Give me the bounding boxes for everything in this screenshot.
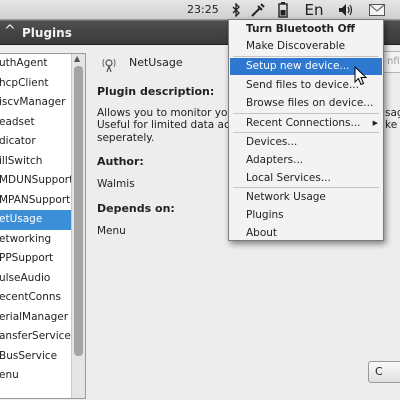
description-line: seperately.	[97, 132, 155, 144]
author-value: Walmis	[97, 178, 135, 190]
menu-item-label: Recent Connections...	[246, 117, 361, 129]
menu-item[interactable]: Local Services...	[230, 170, 382, 187]
menu-item-label: Turn Bluetooth Off	[246, 23, 356, 35]
depends-heading: Depends on:	[97, 202, 175, 215]
mouse-pointer-icon	[354, 66, 368, 86]
menu-item[interactable]: Plugins	[230, 207, 382, 224]
clock[interactable]: 23:25	[187, 3, 219, 16]
plugin-list[interactable]: uthAgent hcpClient iscvManager eadset dicato…	[0, 53, 86, 399]
menu-item-label: About	[246, 227, 278, 239]
volume-icon[interactable]	[338, 0, 354, 20]
menu-item[interactable]: Browse files on device...	[230, 95, 382, 112]
collapse-caret-icon[interactable]: ^	[4, 23, 16, 39]
top-panel: 23:25 En	[0, 0, 400, 20]
bluetooth-menu: Turn Bluetooth Off Make Discoverable Setup…	[228, 19, 384, 241]
plugin-name: NetUsage	[129, 56, 183, 69]
menu-separator	[233, 113, 379, 114]
keyboard-layout-indicator[interactable]: En	[302, 0, 326, 20]
bluetooth-icon[interactable]	[229, 0, 243, 20]
description-line-fragment: ke	[385, 119, 398, 131]
menu-item-label: Adapters...	[246, 154, 304, 166]
menu-item[interactable]: About	[230, 225, 382, 242]
menu-item[interactable]: Recent Connections... ▶	[230, 115, 382, 132]
menu-item-label: Browse files on device...	[246, 97, 374, 109]
mail-icon[interactable]	[368, 0, 386, 20]
description-heading: Plugin description:	[97, 85, 215, 98]
battery-icon[interactable]	[276, 0, 290, 20]
plugin-list-scrollbar[interactable]: ▲	[71, 54, 85, 398]
menu-item[interactable]: Network Usage	[230, 189, 382, 206]
network-icon[interactable]	[250, 0, 266, 20]
scroll-up-arrow-icon[interactable]: ▲	[74, 54, 80, 63]
menu-item-label: Make Discoverable	[246, 40, 346, 52]
menu-item-label: Setup new device...	[246, 60, 350, 72]
menu-item-label: Plugins	[246, 209, 284, 221]
depends-value: Menu	[97, 225, 126, 237]
menu-separator	[233, 132, 379, 133]
menu-item-label: Local Services...	[246, 172, 331, 184]
description-line-fragment: sag	[385, 107, 400, 119]
close-button[interactable]: C	[368, 361, 400, 383]
menu-item-label: Send files to device...	[246, 79, 359, 91]
menu-item[interactable]: Make Discoverable	[230, 38, 382, 55]
menu-item-label: Network Usage	[246, 191, 326, 203]
menu-item[interactable]: Devices...	[230, 134, 382, 151]
menu-item[interactable]: Turn Bluetooth Off	[230, 21, 382, 38]
network-usage-plugin-icon	[100, 55, 118, 73]
scrollbar-thumb[interactable]	[74, 66, 83, 356]
menu-item-label: Devices...	[246, 136, 298, 148]
window-title: Plugins	[22, 26, 72, 40]
menu-separator	[233, 187, 379, 188]
menu-separator	[233, 56, 379, 57]
author-heading: Author:	[97, 155, 144, 168]
menu-item[interactable]: Adapters...	[230, 152, 382, 169]
submenu-arrow-icon: ▶	[372, 119, 378, 127]
